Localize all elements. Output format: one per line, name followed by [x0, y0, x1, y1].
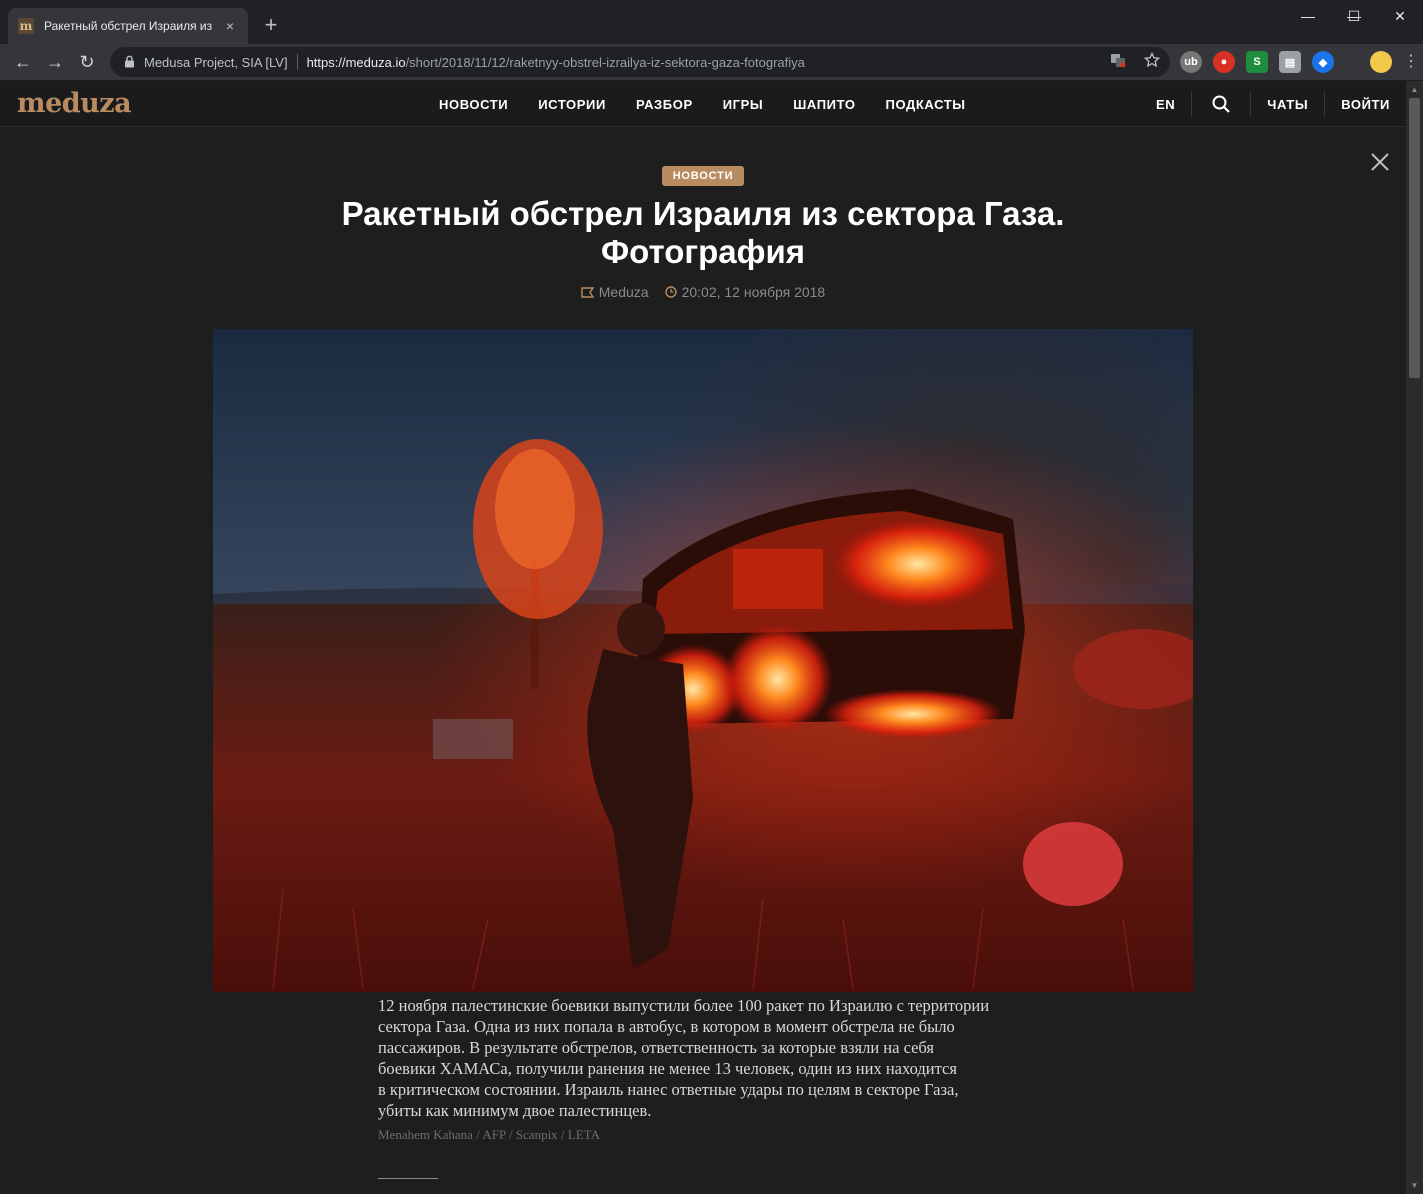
- nav-news[interactable]: НОВОСТИ: [424, 97, 523, 112]
- caption-line: боевики ХАМАСа, получили ранения не мене…: [378, 1059, 957, 1078]
- tab-strip: m Ракетный обстрел Израиля из с × + —: [0, 0, 1423, 44]
- omnibox-actions: [1108, 51, 1162, 72]
- meduza-favicon-icon: m: [18, 18, 34, 34]
- extensions-gap: [1345, 51, 1359, 73]
- new-tab-button[interactable]: +: [258, 12, 284, 38]
- publish-datetime: 20:02, 12 ноября 2018: [681, 284, 826, 300]
- login-link[interactable]: ВОЙТИ: [1325, 97, 1406, 112]
- lang-switch-link[interactable]: EN: [1140, 97, 1191, 112]
- s-extension-icon[interactable]: S: [1246, 51, 1268, 73]
- photo-credit: Menahem Kahana / AFP / Scanpix / LETA: [378, 1127, 600, 1142]
- source-icon: [581, 286, 594, 298]
- ghostery-extension-icon[interactable]: ●: [1213, 51, 1235, 73]
- section-divider: [378, 1178, 438, 1179]
- photo-caption: 12 ноября палестинские боевики выпустили…: [378, 995, 1038, 1121]
- ublock-extension-icon[interactable]: ub: [1180, 51, 1202, 73]
- clock-icon: [664, 286, 677, 298]
- article: НОВОСТИ Ракетный обстрел Израиля из сект…: [0, 127, 1406, 1194]
- shield-extension-icon[interactable]: ◆: [1312, 51, 1334, 73]
- nav-stories[interactable]: ИСТОРИИ: [523, 97, 621, 112]
- browser-toolbar: ← → ↻ Medusa Project, SIA [LV] https://m…: [0, 44, 1423, 80]
- browser-menu-icon[interactable]: ⋮: [1403, 51, 1419, 73]
- scroll-up-arrow-icon[interactable]: ▲: [1406, 81, 1423, 98]
- caption-line: пассажиров. В результате обстрелов, отве…: [378, 1038, 934, 1057]
- star-icon[interactable]: [1142, 51, 1162, 72]
- date-item: 20:02, 12 ноября 2018: [664, 284, 826, 300]
- page-title: Ракетный обстрел Израиля из сектора Газа…: [203, 195, 1203, 271]
- browser-chrome: m Ракетный обстрел Израиля из с × + — — …: [0, 0, 1423, 80]
- source-name: Meduza: [598, 284, 649, 300]
- scrollbar-thumb[interactable]: [1409, 98, 1420, 378]
- scroll-down-arrow-icon[interactable]: ▼: [1406, 1177, 1423, 1194]
- window-maximize-button[interactable]: ☐: [1331, 0, 1377, 32]
- title-line-2: Фотография: [600, 233, 806, 270]
- forward-button[interactable]: →: [42, 49, 68, 75]
- address-bar[interactable]: Medusa Project, SIA [LV] https://meduza.…: [110, 47, 1170, 77]
- header-actions: EN ЧАТЫ ВОЙТИ: [1140, 81, 1406, 127]
- window-close-button[interactable]: ✕: [1377, 0, 1423, 32]
- page-scrollbar[interactable]: ▲ ▼: [1406, 81, 1423, 1194]
- nav-games[interactable]: ИГРЫ: [708, 97, 779, 112]
- article-meta: Meduza 20:02, 12 ноября 2018: [0, 284, 1406, 300]
- caption-line: 12 ноября палестинские боевики выпустили…: [378, 996, 990, 1015]
- source-item: Meduza: [581, 284, 649, 300]
- chats-link[interactable]: ЧАТЫ: [1251, 97, 1324, 112]
- omnibox-separator: [296, 54, 298, 70]
- article-photo: [213, 329, 1193, 992]
- tab-close-icon[interactable]: ×: [222, 18, 238, 34]
- browser-tab[interactable]: m Ракетный обстрел Израиля из с ×: [8, 8, 248, 44]
- profile-avatar[interactable]: [1370, 51, 1392, 73]
- caption-line: убиты как минимум двое палестинцев.: [378, 1101, 652, 1120]
- meduza-logo[interactable]: meduza: [17, 88, 132, 119]
- extensions-area: ub ● S ▤ ◆ ⋮: [1180, 51, 1419, 73]
- nav-podcasts[interactable]: ПОДКАСТЫ: [871, 97, 981, 112]
- caption-line: в критическом состоянии. Израиль нанес о…: [378, 1080, 959, 1099]
- reload-button[interactable]: ↻: [74, 49, 100, 75]
- nav-analysis[interactable]: РАЗБОР: [621, 97, 708, 112]
- rubric-tag[interactable]: НОВОСТИ: [662, 166, 744, 186]
- caption-line: сектора Газа. Одна из них попала в автоб…: [378, 1017, 955, 1036]
- search-icon[interactable]: [1192, 95, 1250, 113]
- window-minimize-button-visible[interactable]: —: [1285, 0, 1331, 32]
- url-path[interactable]: /short/2018/11/12/raketnyy-obstrel-izrai…: [406, 55, 805, 70]
- url-host[interactable]: https://meduza.io: [307, 55, 406, 70]
- lock-icon[interactable]: [122, 55, 136, 69]
- back-button[interactable]: ←: [10, 49, 36, 75]
- folder-extension-icon[interactable]: ▤: [1279, 51, 1301, 73]
- title-line-1: Ракетный обстрел Израиля из сектора Газа…: [341, 195, 1065, 232]
- translate-icon[interactable]: [1108, 52, 1128, 72]
- site-identity[interactable]: Medusa Project, SIA [LV]: [144, 55, 288, 70]
- site-header: meduza НОВОСТИ ИСТОРИИ РАЗБОР ИГРЫ ШАПИТ…: [0, 81, 1406, 127]
- close-icon[interactable]: [1368, 150, 1392, 174]
- main-nav: НОВОСТИ ИСТОРИИ РАЗБОР ИГРЫ ШАПИТО ПОДКА…: [424, 81, 981, 127]
- tab-title: Ракетный обстрел Израиля из с: [44, 19, 216, 33]
- nav-shapito[interactable]: ШАПИТО: [778, 97, 870, 112]
